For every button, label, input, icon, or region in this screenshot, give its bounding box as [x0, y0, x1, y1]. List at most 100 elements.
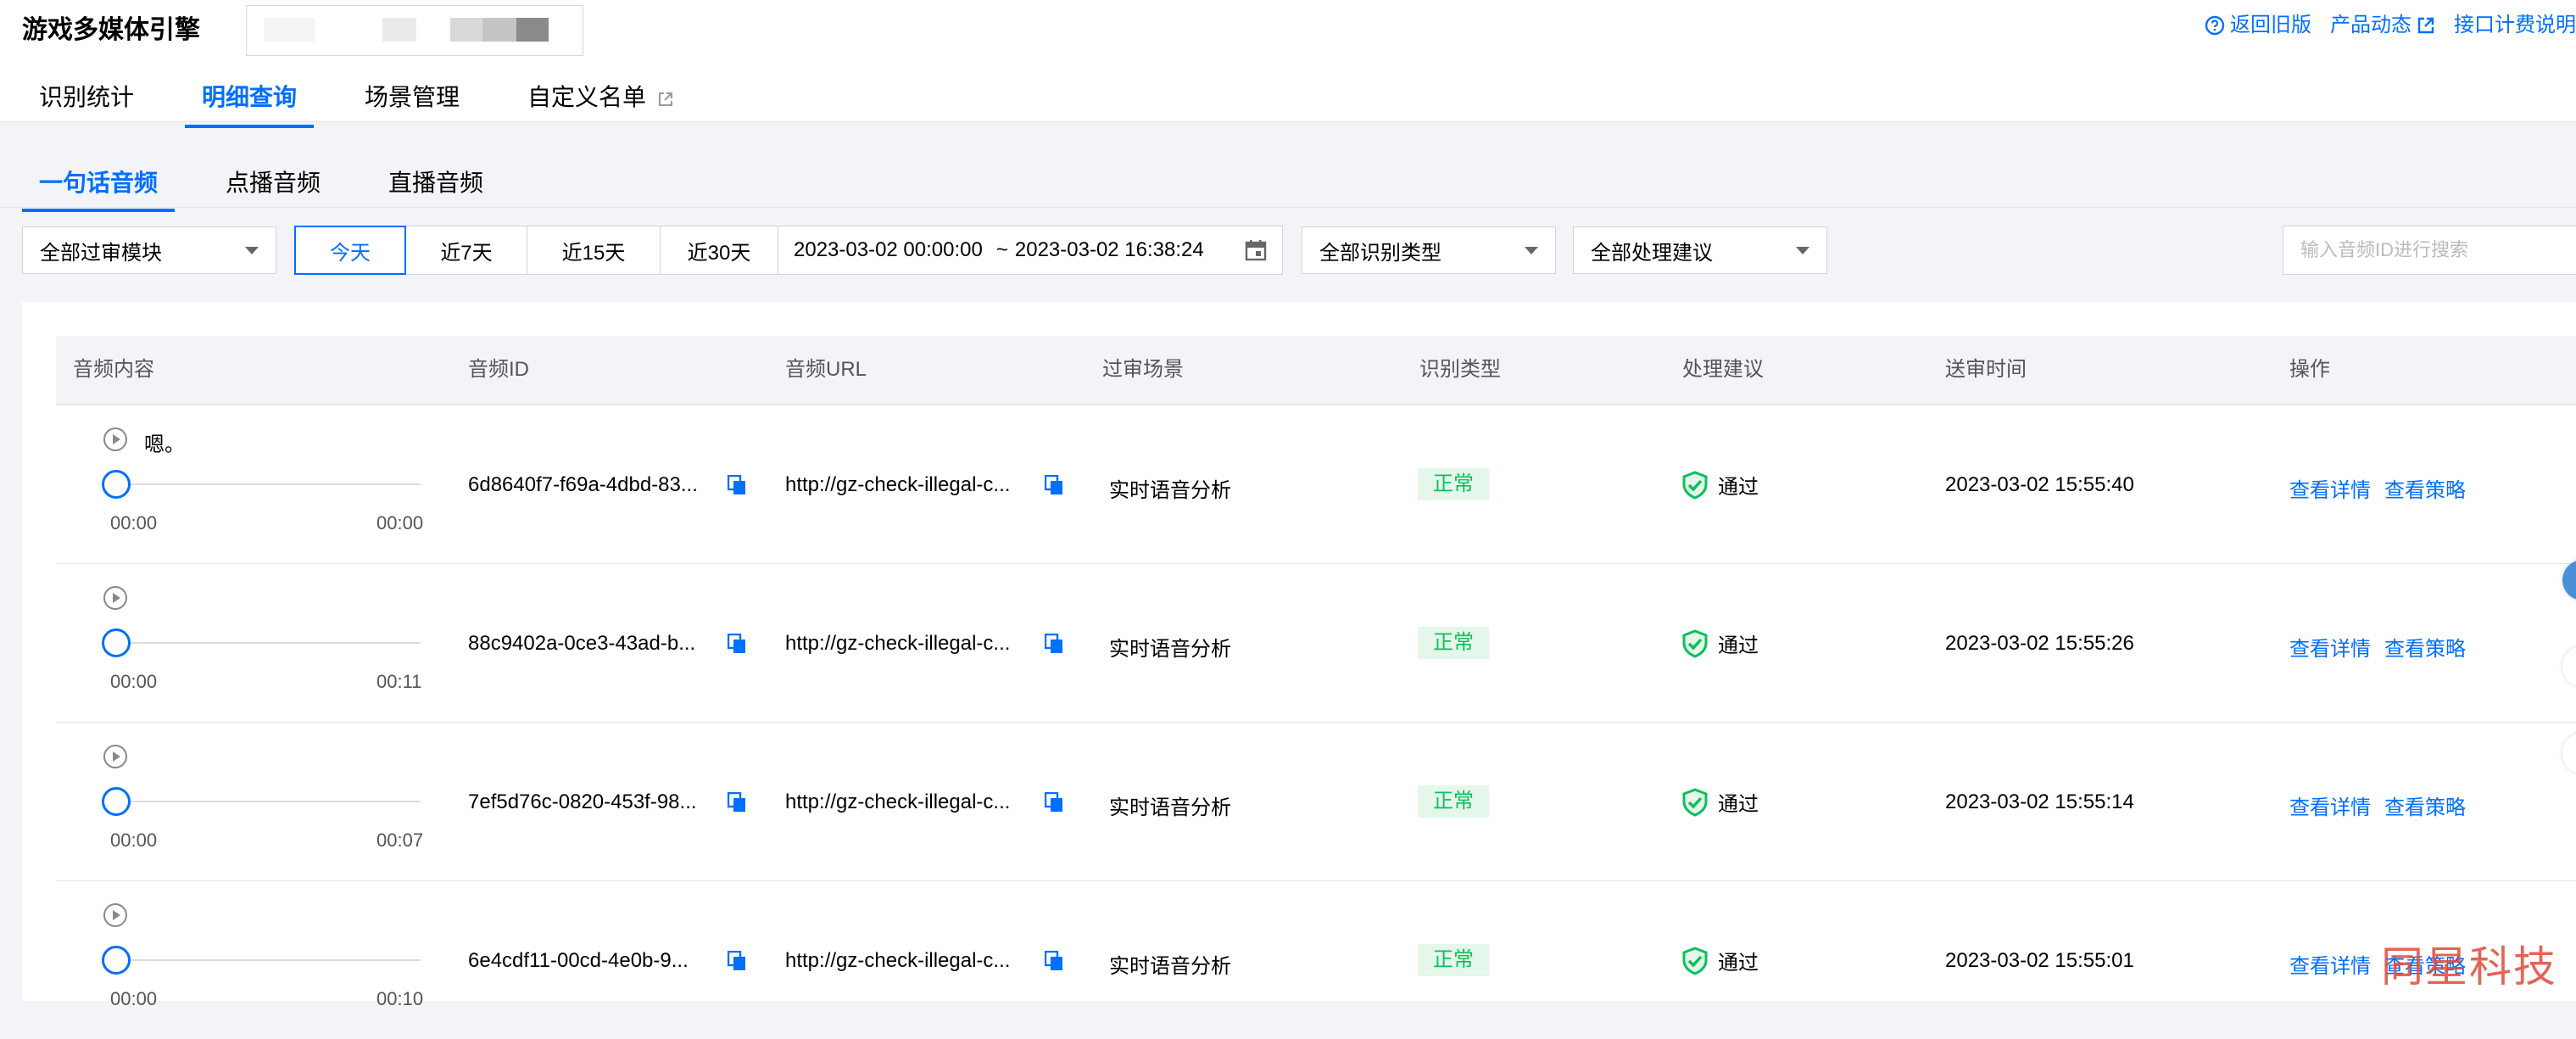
- audio-duration: 00:11: [376, 671, 422, 692]
- play-icon[interactable]: [103, 586, 127, 610]
- submit-time: 2023-03-02 15:55:14: [1945, 790, 2134, 813]
- range-label: 近15天: [561, 241, 626, 265]
- status-badge: 正常: [1418, 468, 1489, 500]
- audio-progress-track[interactable]: [115, 642, 421, 644]
- tab-label: 自定义名单: [527, 84, 647, 110]
- copy-icon[interactable]: [1045, 475, 1063, 495]
- audio-progress-track[interactable]: [115, 483, 421, 485]
- play-icon[interactable]: [103, 745, 127, 768]
- watermark: 同星科技: [2381, 942, 2557, 992]
- view-details-link[interactable]: 查看详情: [2289, 790, 2371, 820]
- shield-check-icon: [1682, 946, 1708, 975]
- column-header: 操作: [2289, 358, 2330, 381]
- subtab-label: 点播音频: [226, 170, 321, 196]
- shield-check-icon: [1682, 470, 1708, 500]
- range-15d-button[interactable]: 近15天: [527, 226, 661, 275]
- chevron-down-icon: [245, 246, 259, 254]
- product-news-label: 产品动态: [2330, 14, 2412, 36]
- audio-progress-knob[interactable]: [102, 946, 131, 975]
- submit-time: 2023-03-02 15:55:01: [1945, 949, 2134, 972]
- top-bar: 游戏多媒体引擎 返回旧版 产品动态 接口计费说明 识别统计 明细查询 场景管理 …: [0, 0, 2576, 128]
- play-icon[interactable]: [103, 427, 127, 451]
- audio-url: http://gz-check-illegal-c...: [785, 473, 1011, 496]
- column-header: 音频ID: [468, 358, 529, 381]
- range-label: 今天: [330, 241, 371, 265]
- tab-detail-query[interactable]: 明细查询: [185, 81, 315, 128]
- view-policy-link[interactable]: 查看策略: [2384, 790, 2466, 820]
- audio-id: 7ef5d76c-0820-453f-98...: [468, 790, 697, 813]
- tab-custom-list[interactable]: 自定义名单: [510, 81, 690, 120]
- copy-icon[interactable]: [1045, 634, 1063, 654]
- column-header: 识别类型: [1419, 358, 1501, 381]
- suggestion-select[interactable]: 全部处理建议: [1573, 226, 1827, 274]
- app-title: 游戏多媒体引擎: [22, 16, 200, 44]
- back-to-old-version-label: 返回旧版: [2230, 14, 2311, 36]
- suggestion-label: 通过: [1718, 476, 1759, 499]
- type-select[interactable]: 全部识别类型: [1302, 226, 1556, 274]
- audio-progress-knob[interactable]: [102, 470, 131, 499]
- copy-icon[interactable]: [728, 634, 746, 654]
- tab-sentence-audio[interactable]: 一句话音频: [22, 166, 176, 212]
- chevron-down-icon: [1525, 246, 1538, 254]
- view-policy-link[interactable]: 查看策略: [2384, 473, 2466, 503]
- audio-id: 88c9402a-0ce3-43ad-b...: [468, 632, 696, 655]
- app-selector[interactable]: [246, 5, 583, 56]
- product-news-link[interactable]: 产品动态: [2330, 10, 2435, 41]
- tab-vod-audio[interactable]: 点播音频: [209, 166, 337, 209]
- audio-duration: 00:10: [376, 988, 424, 1009]
- audio-current-time: 00:00: [110, 988, 158, 1009]
- copy-icon[interactable]: [728, 951, 746, 971]
- audio-progress-track[interactable]: [115, 959, 421, 961]
- back-to-old-version-link[interactable]: 返回旧版: [2205, 10, 2311, 41]
- redacted-block: [382, 18, 416, 42]
- subtab-label: 直播音频: [388, 170, 484, 196]
- table-row: 00:00 00:07 7ef5d76c-0820-453f-98... htt…: [56, 723, 2576, 881]
- redacted-block: [482, 18, 516, 42]
- submit-time: 2023-03-02 15:55:26: [1945, 632, 2134, 655]
- date-range-picker[interactable]: 2023-03-02 00:00:00 ~ 2023-03-02 16:38:2…: [778, 226, 1283, 275]
- range-30d-button[interactable]: 近30天: [660, 226, 778, 275]
- results-card: 音频内容 音频ID 音频URL 过审场景 识别类型 处理建议 送审时间 操作 嗯…: [22, 302, 2576, 1009]
- audit-scene: 实时语音分析: [1109, 796, 1231, 819]
- billing-doc-link[interactable]: 接口计费说明: [2454, 10, 2576, 41]
- status-badge: 正常: [1418, 944, 1489, 976]
- table-header: 音频内容 音频ID 音频URL 过审场景 识别类型 处理建议 送审时间 操作: [56, 336, 2576, 405]
- audio-text: 嗯。: [144, 433, 185, 456]
- subtab-label: 一句话音频: [39, 170, 159, 196]
- copy-icon[interactable]: [728, 792, 746, 813]
- external-link-icon: [2417, 17, 2434, 34]
- tab-recognition-stats[interactable]: 识别统计: [22, 81, 151, 120]
- suggestion-select-value: 全部处理建议: [1591, 241, 1713, 265]
- module-select[interactable]: 全部过审模块: [22, 226, 276, 274]
- audio-id: 6e4cdf11-00cd-4e0b-9...: [468, 949, 689, 972]
- type-select-value: 全部识别类型: [1319, 241, 1441, 265]
- view-policy-link[interactable]: 查看策略: [2384, 632, 2466, 662]
- copy-icon[interactable]: [728, 475, 746, 495]
- date-end: 2023-03-02 16:38:24: [1014, 238, 1204, 261]
- tab-live-audio[interactable]: 直播音频: [371, 166, 500, 209]
- view-details-link[interactable]: 查看详情: [2289, 949, 2371, 979]
- audit-scene: 实时语音分析: [1109, 638, 1231, 661]
- column-header: 处理建议: [1682, 358, 1764, 381]
- copy-icon[interactable]: [1045, 951, 1063, 971]
- audio-progress-knob[interactable]: [102, 628, 131, 657]
- range-today-button[interactable]: 今天: [294, 226, 406, 275]
- range-label: 近7天: [440, 241, 493, 265]
- divider: [0, 207, 2576, 208]
- view-details-link[interactable]: 查看详情: [2289, 632, 2371, 662]
- audio-progress-track[interactable]: [115, 801, 421, 802]
- date-range-group: 今天 近7天 近15天 近30天 2023-03-02 00:00:00 ~ 2…: [294, 226, 1283, 275]
- suggestion-status: 通过: [1681, 470, 1759, 500]
- audio-progress-knob[interactable]: [102, 787, 131, 816]
- copy-icon[interactable]: [1045, 792, 1063, 813]
- range-label: 近30天: [687, 241, 751, 265]
- suggestion-status: 通过: [1681, 787, 1759, 817]
- play-icon[interactable]: [103, 903, 127, 927]
- tab-label: 识别统计: [39, 84, 135, 110]
- column-header: 送审时间: [1945, 358, 2027, 381]
- range-7d-button[interactable]: 近7天: [405, 226, 527, 275]
- table-row: 00:00 00:11 88c9402a-0ce3-43ad-b... http…: [56, 564, 2576, 723]
- view-details-link[interactable]: 查看详情: [2289, 473, 2371, 503]
- tab-scene-management[interactable]: 场景管理: [348, 81, 477, 120]
- audio-id-search-input[interactable]: [2283, 226, 2576, 275]
